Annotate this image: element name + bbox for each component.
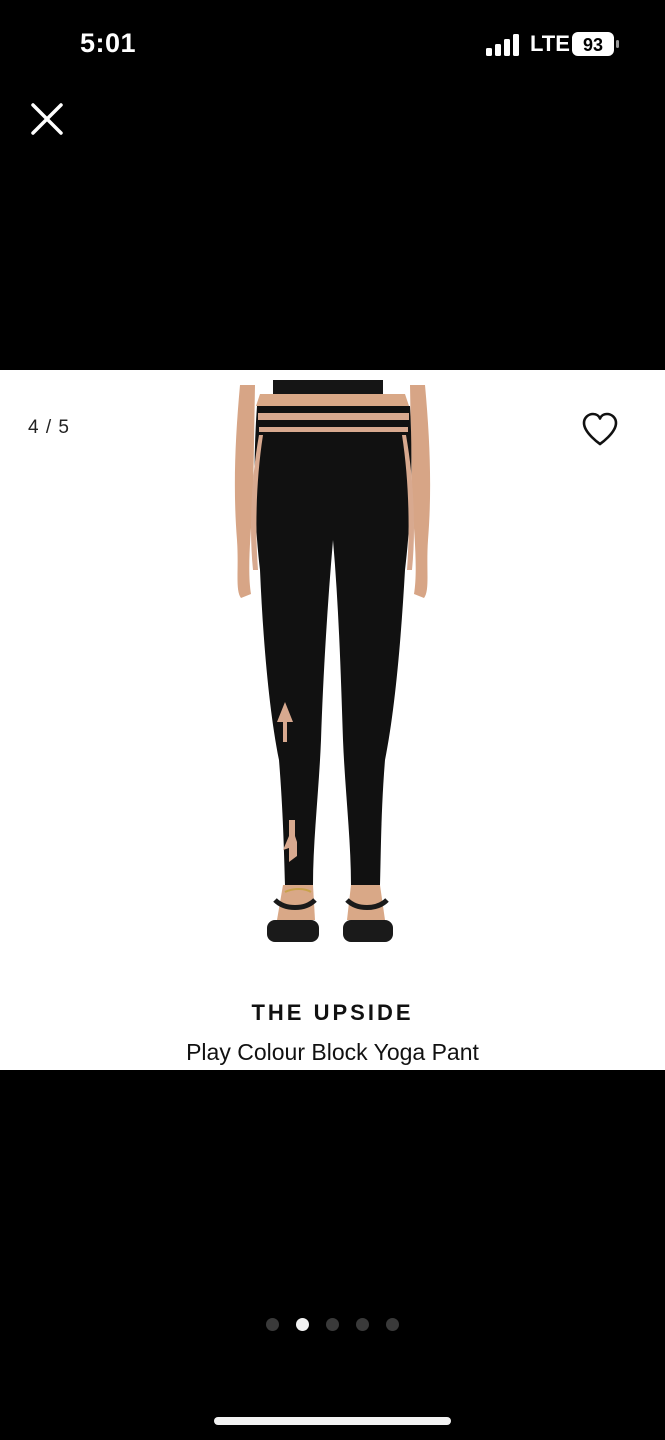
close-icon[interactable] xyxy=(24,96,70,142)
pager-dot-active[interactable] xyxy=(296,1318,309,1331)
product-image xyxy=(234,380,431,942)
status-time: 5:01 xyxy=(80,28,137,58)
pager-dot[interactable] xyxy=(386,1318,399,1331)
battery-icon: 93 xyxy=(572,32,619,56)
product-brand: THE UPSIDE xyxy=(251,1000,414,1025)
cellular-signal-icon xyxy=(486,34,519,56)
product-name: Play Colour Block Yoga Pant xyxy=(186,1039,479,1065)
home-indicator[interactable] xyxy=(214,1417,451,1425)
network-type: LTE xyxy=(530,31,570,56)
pager-dot[interactable] xyxy=(266,1318,279,1331)
pager-dot[interactable] xyxy=(356,1318,369,1331)
heart-icon[interactable] xyxy=(580,410,620,448)
status-bar: 5:01 LTE 93 xyxy=(0,0,665,90)
battery-level: 93 xyxy=(583,35,603,55)
image-counter: 4 / 5 xyxy=(28,417,70,438)
product-card[interactable]: 4 / 5 THE UPSIDE Play Colour Block Yoga … xyxy=(0,370,665,1070)
pager-dot[interactable] xyxy=(326,1318,339,1331)
image-pager xyxy=(0,1318,665,1331)
